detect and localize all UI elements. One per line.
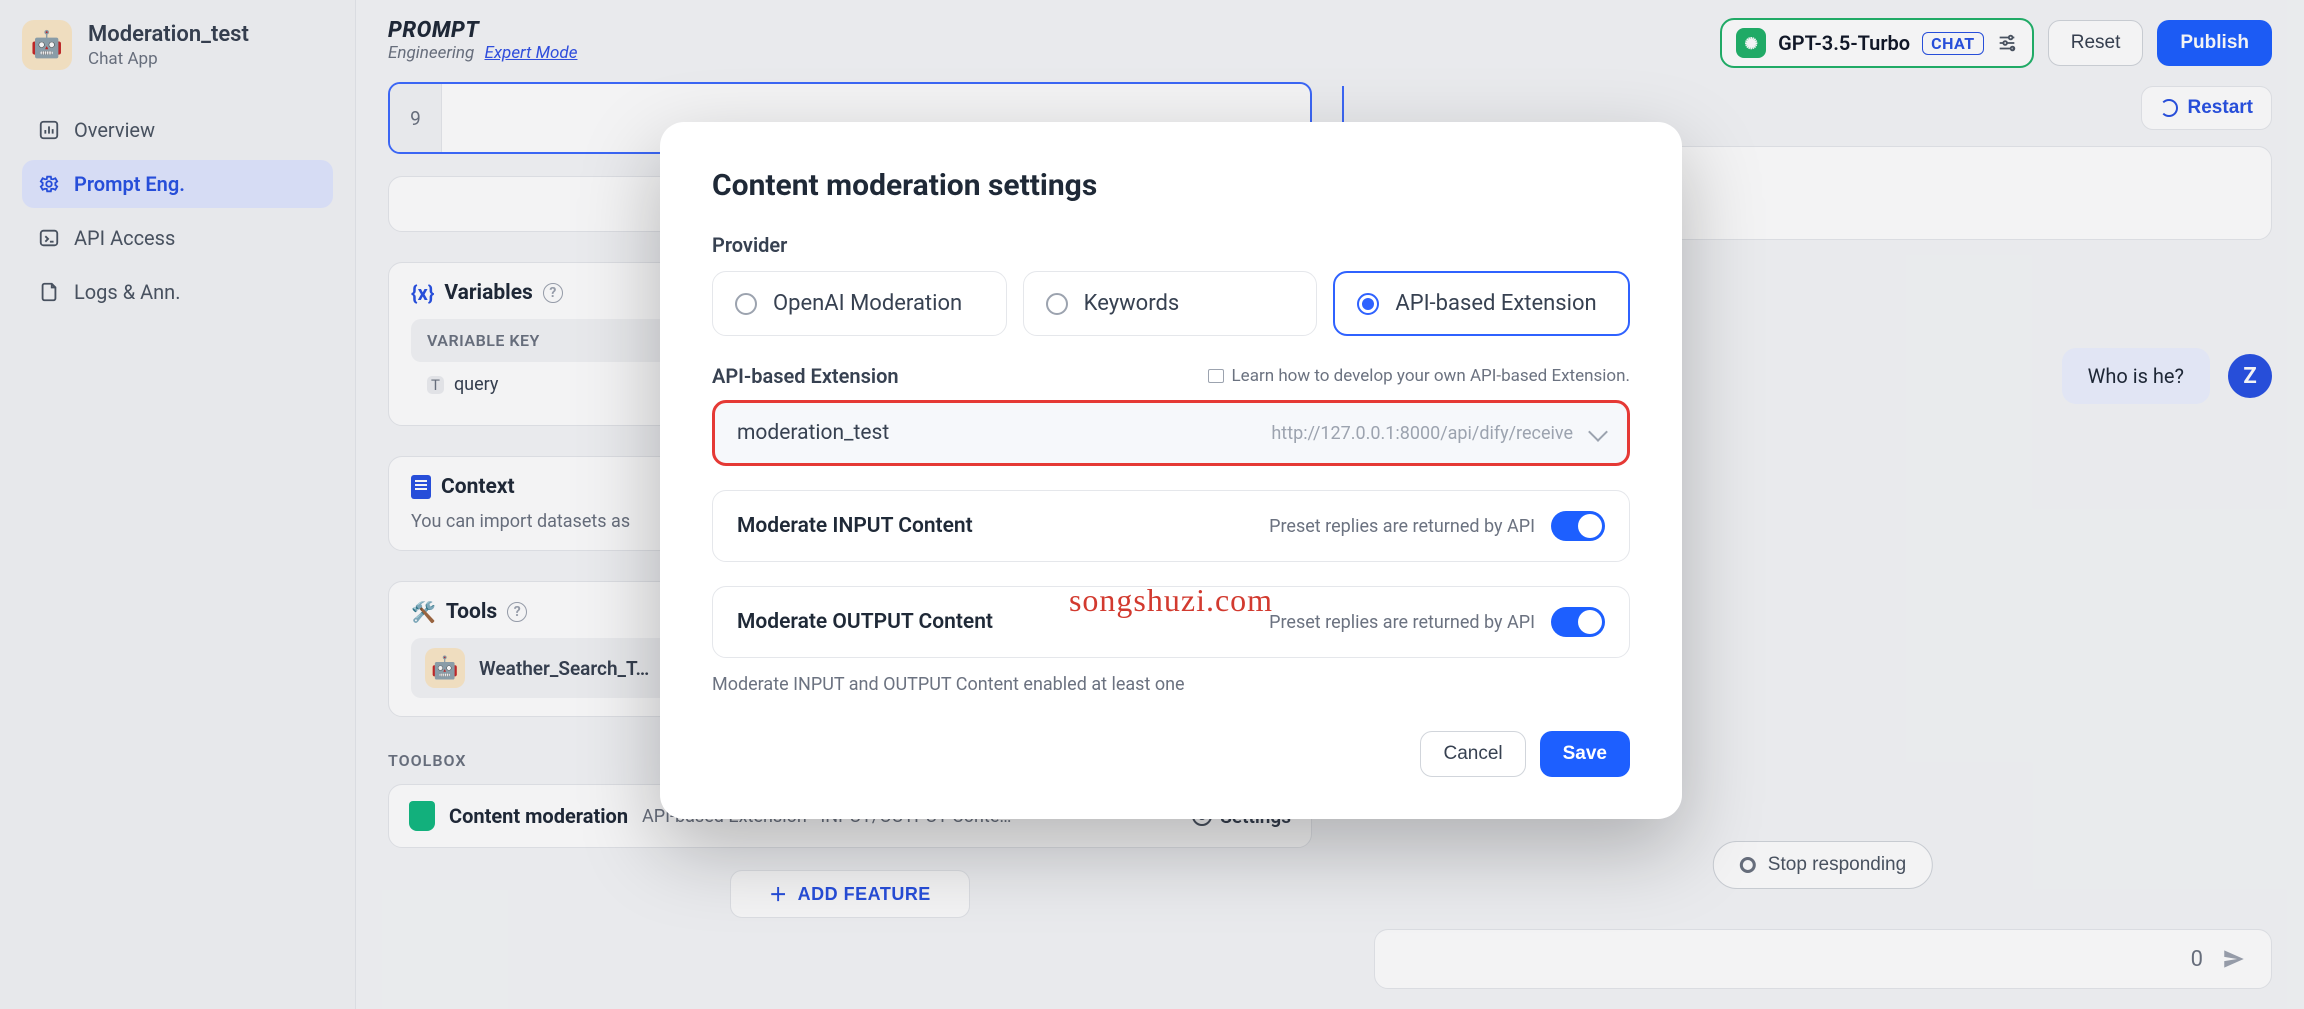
api-extension-select[interactable]: moderation_test http://127.0.0.1:8000/ap… xyxy=(712,400,1630,466)
provider-label: Provider xyxy=(712,233,1630,257)
api-ext-hint-link[interactable]: Learn how to develop your own API-based … xyxy=(1208,366,1630,386)
moderate-input-toggle[interactable] xyxy=(1551,511,1605,541)
moderate-output-sub: Preset replies are returned by API xyxy=(1269,612,1535,633)
radio-icon xyxy=(1046,293,1068,315)
extension-url: http://127.0.0.1:8000/api/dify/receive xyxy=(1271,423,1573,444)
chevron-down-icon xyxy=(1588,422,1608,442)
save-button[interactable]: Save xyxy=(1540,731,1630,777)
radio-icon xyxy=(1357,293,1379,315)
moderate-output-toggle[interactable] xyxy=(1551,607,1605,637)
provider-api-extension[interactable]: API-based Extension xyxy=(1333,271,1630,336)
provider-label: OpenAI Moderation xyxy=(773,291,962,316)
provider-label: Keywords xyxy=(1084,291,1180,316)
moderate-input-sub: Preset replies are returned by API xyxy=(1269,516,1535,537)
moderation-settings-modal: Content moderation settings Provider Ope… xyxy=(660,122,1682,819)
provider-label: API-based Extension xyxy=(1395,291,1596,316)
moderate-output-title: Moderate OUTPUT Content xyxy=(737,610,993,634)
provider-openai[interactable]: OpenAI Moderation xyxy=(712,271,1007,336)
provider-keywords[interactable]: Keywords xyxy=(1023,271,1318,336)
radio-icon xyxy=(735,293,757,315)
provider-options: OpenAI Moderation Keywords API-based Ext… xyxy=(712,271,1630,336)
moderate-input-title: Moderate INPUT Content xyxy=(737,514,973,538)
moderate-output-row: Moderate OUTPUT Content Preset replies a… xyxy=(712,586,1630,658)
book-icon xyxy=(1208,369,1224,383)
enable-hint: Moderate INPUT and OUTPUT Content enable… xyxy=(712,674,1630,695)
api-ext-hint: Learn how to develop your own API-based … xyxy=(1232,366,1630,386)
cancel-button[interactable]: Cancel xyxy=(1420,731,1525,777)
modal-title: Content moderation settings xyxy=(712,168,1630,203)
moderate-input-row: Moderate INPUT Content Preset replies ar… xyxy=(712,490,1630,562)
api-ext-label: API-based Extension xyxy=(712,364,899,388)
extension-name: moderation_test xyxy=(737,421,889,445)
